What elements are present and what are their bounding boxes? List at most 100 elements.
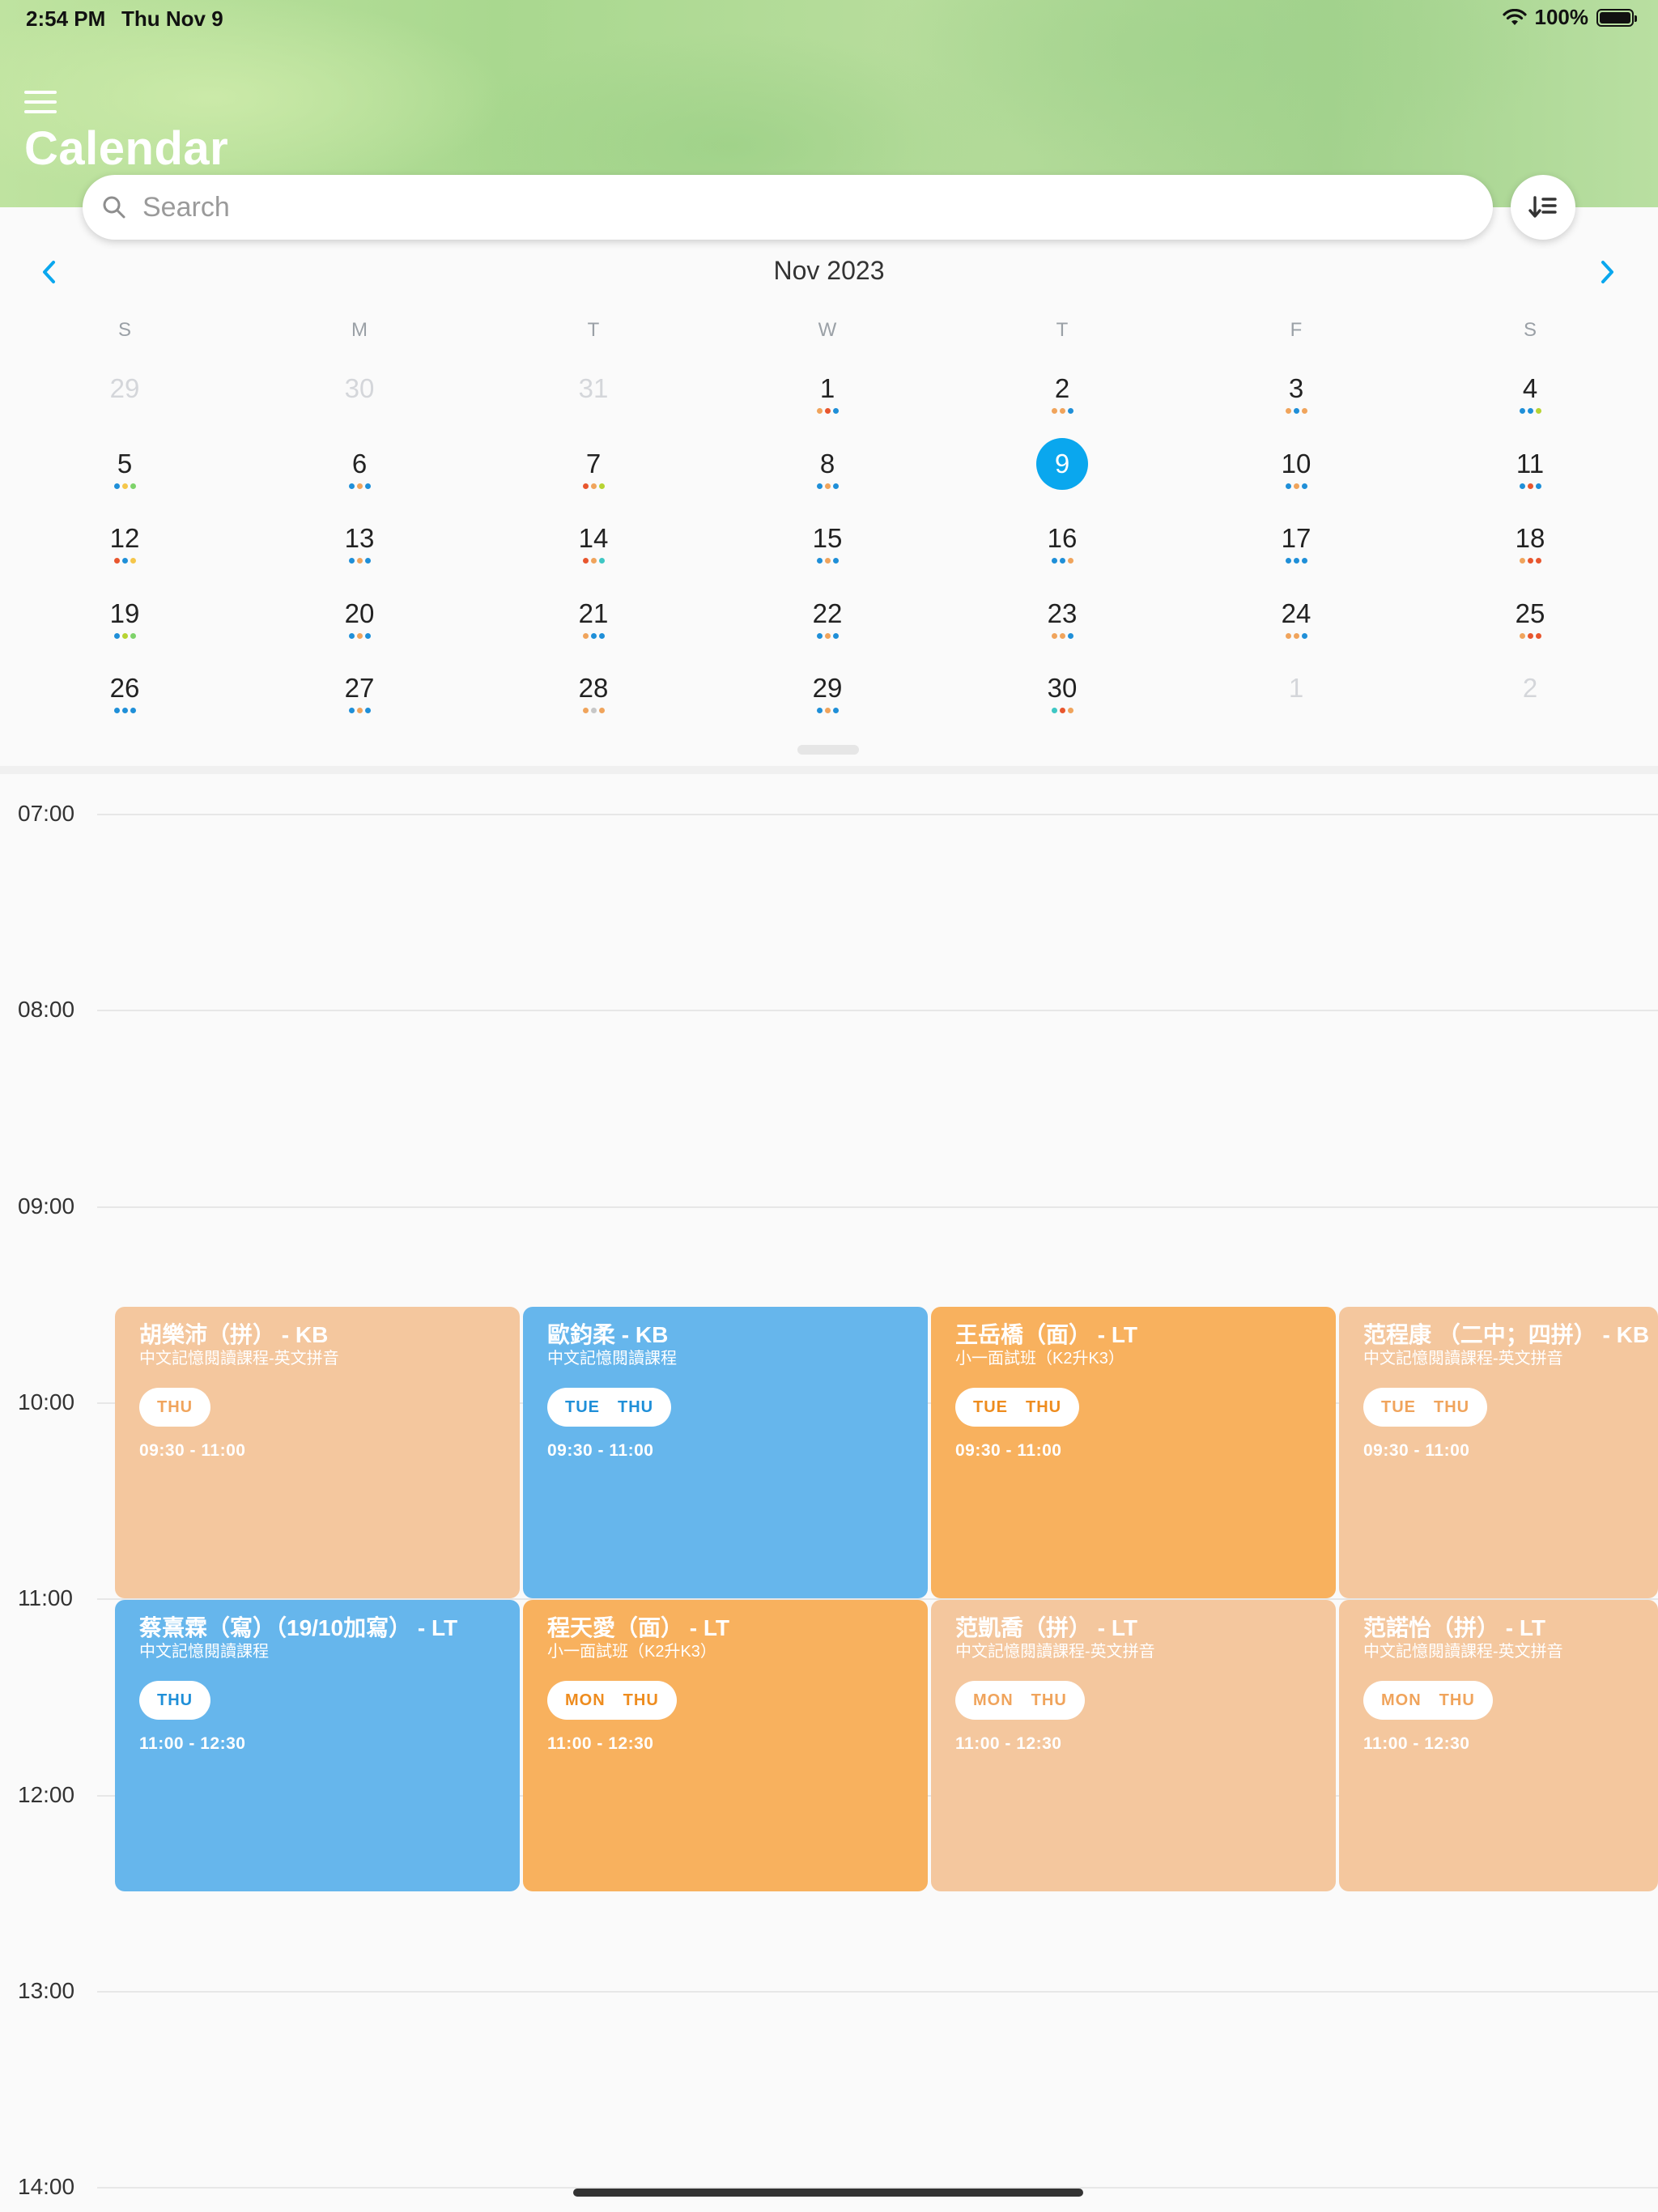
- calendar-day[interactable]: 1: [787, 372, 868, 442]
- calendar-drag-handle[interactable]: [797, 745, 859, 755]
- calendar-day[interactable]: 19: [84, 598, 165, 667]
- event-card[interactable]: 歐鈞柔 - KB 中文記憶閱讀課程 TUE THU 09:30 - 11:00: [523, 1307, 928, 1598]
- day-number: 7: [585, 448, 602, 479]
- calendar-day[interactable]: 14: [553, 522, 634, 592]
- event-title: 歐鈞柔 - KB: [547, 1322, 669, 1347]
- calendar-day-today[interactable]: 9: [1022, 437, 1103, 517]
- event-weekdays-pill: MON THU: [1363, 1681, 1493, 1720]
- event-dot: [121, 632, 128, 639]
- calendar-day[interactable]: 17: [1256, 522, 1337, 592]
- hour-gridline: [97, 814, 1658, 815]
- calendar-day[interactable]: 29: [787, 672, 868, 742]
- calendar-day[interactable]: 8: [787, 448, 868, 517]
- event-card[interactable]: 范諾怡（拼） - LT 中文記憶閱讀課程-英文拼音 MON THU 11:00 - 12…: [1339, 1600, 1658, 1891]
- event-card[interactable]: 蔡熹霖（寫）（19/10加寫） - LT 中文記憶閱讀課程 THU 11:00 - 1…: [115, 1600, 520, 1891]
- calendar-day[interactable]: 28: [553, 672, 634, 742]
- search-bar[interactable]: [83, 175, 1493, 240]
- calendar-day[interactable]: 1: [1256, 672, 1337, 742]
- event-dot: [121, 708, 128, 713]
- event-dot: [113, 708, 120, 713]
- event-dot: [1293, 632, 1299, 639]
- event-dot: [1301, 408, 1307, 414]
- calendar-day[interactable]: 5: [84, 448, 165, 517]
- event-dot: [590, 483, 597, 489]
- event-card[interactable]: 范凱喬（拼） - LT 中文記憶閱讀課程-英文拼音 MON THU 11:00 - 12…: [931, 1600, 1336, 1891]
- event-dots: [84, 708, 165, 713]
- calendar-day[interactable]: 27: [319, 672, 400, 742]
- event-weekdays-pill: MON THU: [955, 1681, 1085, 1720]
- event-course: 小一面試班（K2升K3）: [955, 1350, 1124, 1368]
- calendar-day[interactable]: 16: [1022, 522, 1103, 592]
- day-number: 30: [344, 373, 375, 403]
- calendar-day[interactable]: 30: [319, 372, 400, 442]
- calendar-day[interactable]: 23: [1022, 598, 1103, 667]
- calendar-day[interactable]: 10: [1256, 448, 1337, 517]
- calendar-day[interactable]: 6: [319, 448, 400, 517]
- battery-icon: [1596, 8, 1637, 27]
- calendar-day[interactable]: 25: [1490, 598, 1571, 667]
- calendar-day[interactable]: 12: [84, 522, 165, 592]
- hour-label: 14:00: [18, 2174, 75, 2200]
- calendar-day[interactable]: 22: [787, 598, 868, 667]
- calendar-day[interactable]: 15: [787, 522, 868, 592]
- event-dots: [1256, 632, 1337, 639]
- event-dot: [1059, 408, 1065, 414]
- day-number: 1: [1288, 673, 1304, 703]
- event-weekdays-pill: TUE THU: [955, 1388, 1080, 1427]
- home-indicator[interactable]: [573, 2189, 1083, 2197]
- event-dots: [1490, 483, 1571, 489]
- calendar-day[interactable]: 21: [553, 598, 634, 667]
- day-number: 14: [578, 523, 609, 553]
- calendar-day[interactable]: 11: [1490, 448, 1571, 517]
- event-card[interactable]: 王岳橋（面） - LT 小一面試班（K2升K3） TUE THU 09:30 - 11:…: [931, 1307, 1336, 1598]
- event-weekday: THU: [618, 1397, 654, 1416]
- hour-label: 07:00: [18, 801, 75, 826]
- calendar-day[interactable]: 24: [1256, 598, 1337, 667]
- event-card[interactable]: 范程康 （二中；四拼） - KB 中文記憶閱讀課程-英文拼音 TUE THU 09:30…: [1339, 1307, 1658, 1598]
- event-dot: [1293, 483, 1299, 489]
- event-dots: [553, 632, 634, 639]
- calendar-day[interactable]: 4: [1490, 372, 1571, 442]
- event-card[interactable]: 程天愛（面） - LT 小一面試班（K2升K3） MON THU 11:00 - 12:…: [523, 1600, 928, 1891]
- calendar-day[interactable]: 7: [553, 448, 634, 517]
- calendar-day[interactable]: 26: [84, 672, 165, 742]
- day-number: 3: [1288, 373, 1304, 403]
- event-dot: [582, 708, 589, 713]
- calendar-day[interactable]: 30: [1022, 672, 1103, 742]
- menu-icon[interactable]: [24, 91, 57, 118]
- event-title: 程天愛（面） - LT: [547, 1615, 730, 1640]
- event-weekday: THU: [1026, 1397, 1062, 1416]
- hour-label: 13:00: [18, 1977, 75, 2003]
- status-indicators: 100%: [1502, 5, 1637, 30]
- day-number: 31: [578, 373, 609, 403]
- event-dot: [348, 708, 355, 713]
- calendar-day[interactable]: 18: [1490, 522, 1571, 592]
- calendar-day[interactable]: 2: [1022, 372, 1103, 442]
- next-month-button[interactable]: [1590, 254, 1626, 290]
- calendar-day[interactable]: 3: [1256, 372, 1337, 442]
- day-number: 11: [1516, 448, 1545, 479]
- event-dot: [816, 483, 823, 489]
- hour-gridline: [97, 1010, 1658, 1012]
- calendar-day[interactable]: 29: [84, 372, 165, 442]
- day-number: 18: [1515, 523, 1545, 553]
- event-weekdays-pill: THU: [139, 1388, 211, 1427]
- event-dot: [1527, 408, 1533, 414]
- calendar-day[interactable]: 2: [1490, 672, 1571, 742]
- calendar-day[interactable]: 31: [553, 372, 634, 442]
- calendar-day[interactable]: 13: [319, 522, 400, 592]
- sort-button[interactable]: [1511, 175, 1575, 240]
- event-dots: [1256, 408, 1337, 414]
- day-number: 5: [117, 448, 133, 479]
- sort-icon: [1528, 196, 1557, 218]
- day-number: 20: [344, 598, 375, 628]
- event-dot: [121, 483, 128, 489]
- event-dot: [364, 483, 371, 489]
- event-dot: [1535, 632, 1541, 639]
- calendar-day[interactable]: 20: [319, 598, 400, 667]
- search-input[interactable]: [141, 190, 1439, 224]
- event-card[interactable]: 胡樂沛（拼） - KB 中文記憶閱讀課程-英文拼音 THU 09:30 - 11:00: [115, 1307, 520, 1598]
- chevron-right-icon: [1601, 261, 1613, 283]
- day-number: 16: [1047, 523, 1078, 553]
- event-dot: [832, 558, 839, 564]
